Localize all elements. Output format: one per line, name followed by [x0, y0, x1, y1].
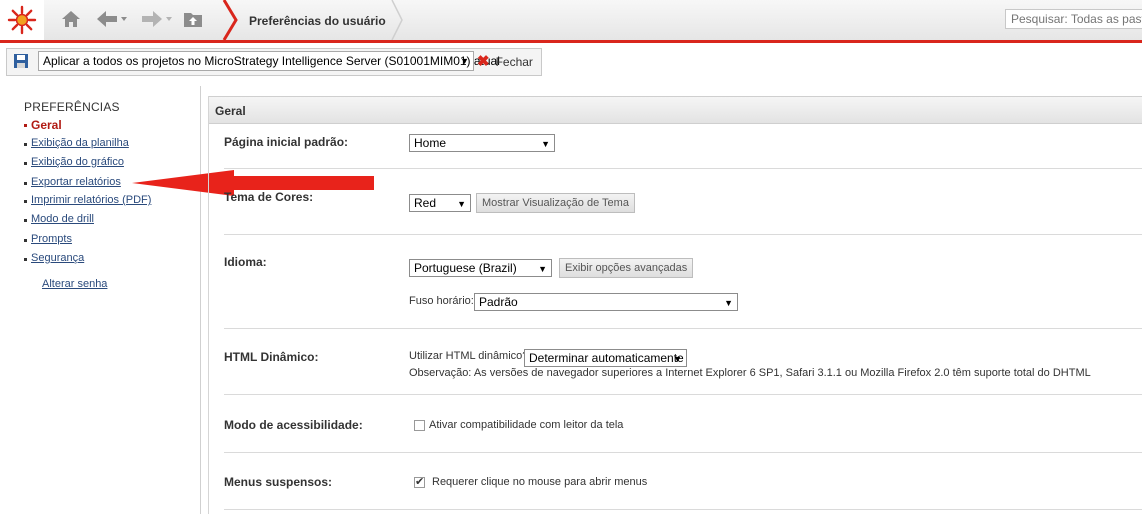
save-icon[interactable] — [13, 53, 29, 69]
close-button-label: Fechar — [495, 55, 533, 69]
divider — [224, 328, 1142, 329]
home-page-label: Página inicial padrão: — [224, 135, 349, 149]
divider — [224, 452, 1142, 453]
search-input[interactable] — [1005, 9, 1142, 29]
sidebar-item-prompts[interactable]: Prompts — [24, 233, 72, 245]
breadcrumb-separator-icon — [222, 0, 238, 40]
section-header: Geral — [209, 96, 1142, 124]
sun-icon — [7, 5, 37, 35]
accessibility-label: Modo de acessibilidade: — [224, 418, 363, 432]
sidebar-title: PREFERÊNCIAS — [24, 100, 120, 114]
close-button[interactable]: ✖ Fechar — [473, 51, 533, 73]
apply-scope-select[interactable]: Aplicar a todos os projetos no MicroStra… — [38, 51, 500, 71]
accessibility-checkbox[interactable] — [414, 420, 425, 431]
language-select[interactable]: Portuguese (Brazil) ▼ — [409, 259, 552, 277]
sidebar-item-exibicao-planilha[interactable]: Exibição da planilha — [24, 137, 129, 149]
back-icon[interactable] — [95, 8, 129, 32]
dhtml-note: Observação: As versões de navegador supe… — [409, 367, 1091, 379]
chevron-down-icon: ▼ — [673, 354, 682, 364]
dhtml-value: Determinar automaticamente — [529, 351, 684, 365]
divider — [224, 168, 1142, 169]
color-theme-select[interactable]: Red ▼ — [409, 194, 471, 212]
language-value: Portuguese (Brazil) — [414, 261, 517, 275]
sidebar-item-exibicao-grafico[interactable]: Exibição do gráfico — [24, 156, 124, 168]
dhtml-select[interactable]: Determinar automaticamente ▼ — [524, 349, 687, 367]
advanced-options-button[interactable]: Exibir opções avançadas — [559, 258, 694, 278]
page-title: Preferências do usuário — [249, 14, 386, 28]
section-title: Geral — [215, 104, 246, 118]
dropdown-menus-label: Menus suspensos: — [224, 475, 333, 489]
chevron-down-icon: ▼ — [541, 139, 550, 149]
chevron-down-icon: ▼ — [457, 199, 466, 209]
forward-icon[interactable] — [140, 8, 174, 32]
up-folder-icon[interactable] — [182, 8, 204, 32]
color-theme-value: Red — [414, 196, 437, 210]
accessibility-option-label[interactable]: Ativar compatibilidade com leitor da tel… — [429, 419, 623, 431]
apply-scope-value: Aplicar a todos os projetos no MicroStra… — [43, 54, 500, 68]
dhtml-label: HTML Dinâmico: — [224, 350, 319, 364]
sidebar-item-seguranca[interactable]: Segurança — [23, 252, 84, 264]
chevron-down-icon: ▼ — [538, 264, 547, 274]
sidebar-item-geral[interactable]: Geral — [24, 118, 62, 132]
home-page-value: Home — [414, 136, 447, 150]
show-theme-preview-button[interactable]: Mostrar Visualização de Tema — [476, 193, 635, 213]
top-bar: Preferências do usuário — [0, 0, 1142, 43]
menus-click-option-label[interactable]: Requerer clique no mouse para abrir menu… — [432, 476, 647, 488]
dhtml-use-label: Utilizar HTML dinâmico? — [409, 350, 529, 362]
scope-toolbar: Aplicar a todos os projetos no MicroStra… — [6, 48, 542, 76]
change-password-link[interactable]: Alterar senha — [42, 278, 107, 290]
sidebar-item-modo-drill[interactable]: Modo de drill — [24, 213, 94, 225]
timezone-select[interactable]: Padrão ▼ — [474, 293, 738, 311]
microstrategy-logo-icon[interactable] — [0, 0, 44, 40]
language-label: Idioma: — [224, 255, 267, 269]
preferences-sidebar: PREFERÊNCIAS Geral Exibição da planilha … — [0, 86, 201, 514]
chevron-down-icon: ▼ — [724, 298, 733, 308]
home-page-select[interactable]: Home ▼ — [409, 134, 555, 152]
close-icon: ✖ — [477, 53, 490, 70]
breadcrumb-end-icon — [391, 0, 403, 40]
chevron-down-icon: ▼ — [460, 56, 469, 66]
menus-click-checkbox[interactable] — [414, 475, 425, 488]
preferences-main: Geral Página inicial padrão: Home ▼ Tema … — [208, 96, 1142, 514]
timezone-value: Padrão — [479, 295, 518, 309]
divider — [224, 234, 1142, 235]
home-icon[interactable] — [60, 8, 82, 32]
timezone-label: Fuso horário: — [409, 295, 474, 307]
color-theme-label: Tema de Cores: — [224, 190, 314, 204]
divider — [224, 509, 1142, 510]
sidebar-item-exportar-relatorios[interactable]: Exportar relatórios — [24, 176, 121, 188]
divider — [224, 394, 1142, 395]
